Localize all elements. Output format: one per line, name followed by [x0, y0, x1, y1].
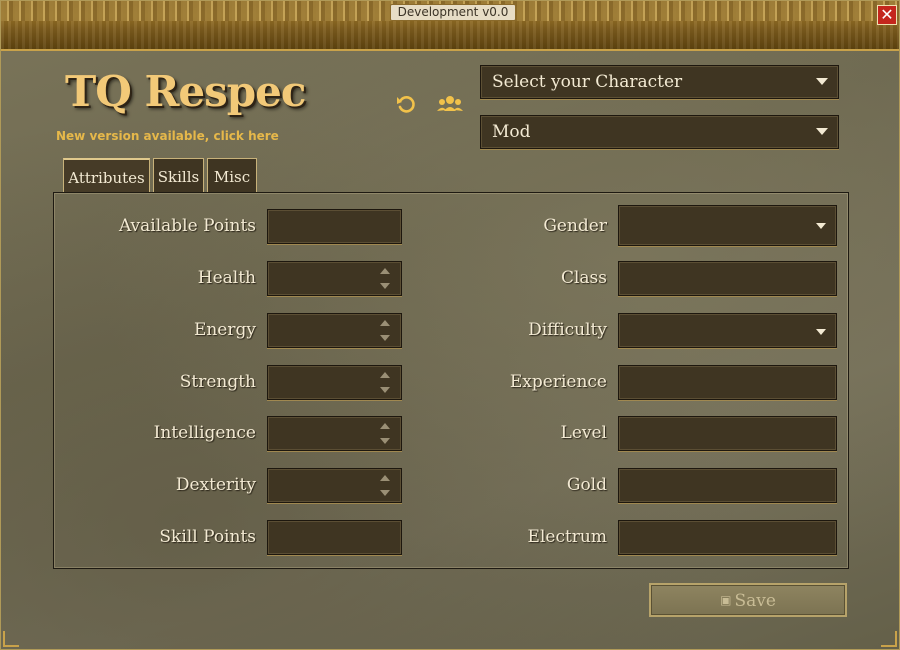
experience-field[interactable]: [618, 365, 837, 400]
strength-stepper[interactable]: [267, 365, 402, 400]
dexterity-label: Dexterity: [175, 475, 256, 495]
energy-stepper[interactable]: [267, 313, 402, 348]
character-select-value: Select your Character: [492, 72, 683, 92]
mod-select[interactable]: Mod: [480, 115, 839, 149]
corner-ornament-left: [3, 631, 19, 647]
increment-arrow-icon[interactable]: [380, 475, 390, 481]
chevron-down-icon: [816, 78, 828, 85]
gender-select[interactable]: [618, 205, 837, 246]
strength-label: Strength: [179, 372, 256, 392]
increment-arrow-icon[interactable]: [380, 372, 390, 378]
undo-icon-svg: [397, 96, 415, 113]
undo-icon[interactable]: [394, 93, 418, 115]
increment-arrow-icon[interactable]: [380, 320, 390, 326]
app-window: Development v0.0 ✕ TQ Respec New version…: [0, 0, 900, 650]
users-icon[interactable]: [436, 93, 464, 115]
save-label: Save: [734, 591, 776, 611]
tab-attributes[interactable]: Attributes: [63, 158, 150, 192]
chevron-down-icon: [816, 329, 826, 335]
increment-arrow-icon[interactable]: [380, 268, 390, 274]
decrement-arrow-icon[interactable]: [380, 490, 390, 496]
tab-misc[interactable]: Misc: [207, 158, 257, 192]
intelligence-label: Intelligence: [153, 423, 256, 443]
title-bar: Development v0.0 ✕: [1, 1, 899, 51]
available-points-label: Available Points: [118, 216, 256, 236]
close-button[interactable]: ✕: [877, 5, 897, 25]
increment-arrow-icon[interactable]: [380, 423, 390, 429]
app-logo-title: TQ Respec: [65, 67, 306, 116]
available-points-field[interactable]: [267, 209, 402, 244]
gold-label: Gold: [566, 475, 607, 495]
attributes-panel: Available Points Health Energy Strength …: [53, 192, 849, 569]
users-icon-svg: [437, 96, 463, 111]
character-select[interactable]: Select your Character: [480, 65, 839, 99]
class-label: Class: [560, 268, 607, 288]
class-field[interactable]: [618, 261, 837, 296]
decrement-arrow-icon[interactable]: [380, 387, 390, 393]
save-button[interactable]: ▣ Save: [649, 583, 847, 617]
tab-skills[interactable]: Skills: [153, 158, 204, 192]
energy-label: Energy: [193, 320, 256, 340]
chevron-down-icon: [816, 128, 828, 135]
decrement-arrow-icon[interactable]: [380, 283, 390, 289]
corner-ornament-right: [881, 631, 897, 647]
save-icon: ▣: [720, 593, 732, 607]
electrum-field[interactable]: [618, 520, 837, 555]
skill-points-field[interactable]: [267, 520, 402, 555]
gender-label: Gender: [543, 216, 607, 236]
level-field[interactable]: [618, 416, 837, 451]
update-link[interactable]: New version available, click here: [56, 129, 279, 143]
mod-select-value: Mod: [492, 122, 531, 142]
chevron-down-icon: [816, 223, 826, 229]
electrum-label: Electrum: [527, 527, 607, 547]
health-stepper[interactable]: [267, 261, 402, 296]
skill-points-label: Skill Points: [159, 527, 256, 547]
intelligence-stepper[interactable]: [267, 416, 402, 451]
decrement-arrow-icon[interactable]: [380, 438, 390, 444]
gold-field[interactable]: [618, 468, 837, 503]
difficulty-label: Difficulty: [528, 320, 607, 340]
window-title: Development v0.0: [390, 4, 516, 21]
health-label: Health: [197, 268, 256, 288]
decrement-arrow-icon[interactable]: [380, 335, 390, 341]
experience-label: Experience: [509, 372, 607, 392]
dexterity-stepper[interactable]: [267, 468, 402, 503]
difficulty-select[interactable]: [618, 313, 837, 348]
level-label: Level: [560, 423, 607, 443]
